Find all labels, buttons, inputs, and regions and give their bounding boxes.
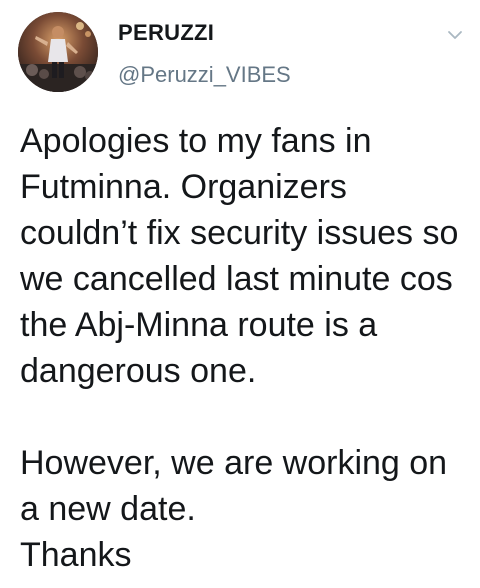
chevron-down-icon bbox=[448, 31, 462, 39]
display-name[interactable]: PERUZZI bbox=[118, 20, 214, 46]
tweet-card: PERUZZI @Peruzzi_VIBES Apologies to my f… bbox=[0, 0, 480, 588]
user-handle[interactable]: @Peruzzi_VIBES bbox=[118, 62, 291, 88]
tweet-paragraph: Apologies to my fans in Futminna. Organi… bbox=[20, 122, 459, 390]
tweet-paragraph: However, we are working on a new date. bbox=[20, 444, 448, 528]
tweet-text: Apologies to my fans in Futminna. Organi… bbox=[20, 118, 472, 578]
avatar[interactable] bbox=[18, 12, 98, 92]
profile-photo-icon bbox=[18, 12, 98, 92]
tweet-menu-button[interactable] bbox=[444, 24, 466, 46]
tweet-paragraph: Thanks bbox=[20, 536, 132, 574]
